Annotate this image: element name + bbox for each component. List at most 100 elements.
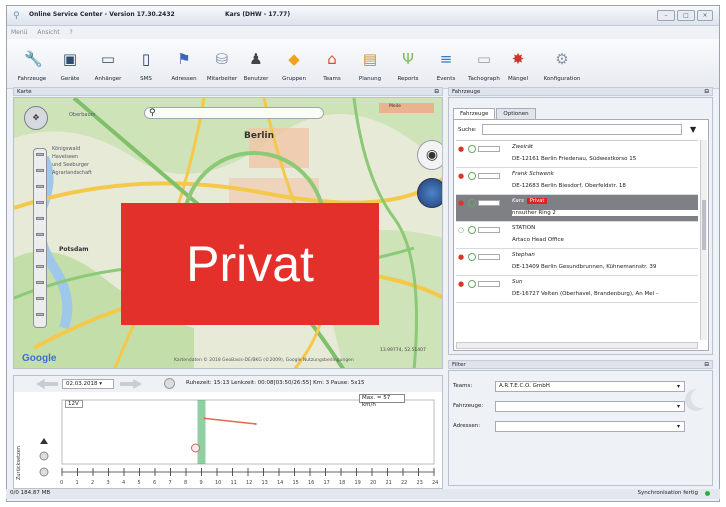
toolbar-anhaenger-button[interactable]: ▭ Anhänger	[89, 39, 127, 89]
date-select[interactable]: 02.03.2018 ▾	[62, 379, 114, 389]
toolbar-label: Konfiguration	[543, 76, 581, 82]
vehicle-address: DE-12683 Berlin Biesdorf, Oberfeldstr. 1…	[512, 183, 626, 189]
zoom-notch	[36, 217, 44, 220]
toolbar-fahrzeuge-button[interactable]: 🔧 Fahrzeuge	[13, 39, 51, 89]
vehicle-name: Frank Schwenk	[512, 171, 554, 177]
google-logo: Google	[22, 353, 57, 364]
toolbar-gruppen-button[interactable]: ◆ Gruppen	[275, 39, 313, 89]
vehicles-panel-title: Fahrzeuge	[452, 89, 481, 95]
pin-icon[interactable]: ⊟	[704, 361, 709, 369]
vehicle-row[interactable]: ● Stephan DE-13409 Berlin Gesundbrunnen,…	[456, 249, 698, 276]
tab-optionen[interactable]: Optionen	[496, 108, 536, 119]
toolbar-sms-button[interactable]: ▯ SMS	[127, 39, 165, 89]
flag-icon: ⚑	[177, 50, 191, 68]
zoom-slider[interactable]	[33, 148, 47, 328]
toolbar-tachograph-button[interactable]: ▭ Tachograph	[465, 39, 500, 89]
pin-icon[interactable]: ⊟	[704, 88, 709, 96]
vehicle-row-selected[interactable]: ● Kars Privat nnsuther Ring 2	[456, 195, 698, 222]
toolbar-geraete-button[interactable]: ▣ Geräte	[51, 39, 89, 89]
scrollbar-thumb[interactable]	[702, 200, 706, 250]
addresses-filter-label: Adressen:	[453, 423, 481, 429]
map-label-place: und Seeburger	[52, 162, 90, 168]
toolbar-maengel-button[interactable]: ✸ Mängel	[499, 39, 537, 89]
vehicle-list-scrollbar[interactable]	[700, 140, 707, 340]
prev-day-arrow-icon[interactable]	[36, 379, 58, 389]
x-tick-label: 20	[370, 480, 376, 486]
vehicle-list-hscrollbar[interactable]	[456, 342, 698, 349]
map-label-berlin: Berlin	[244, 131, 274, 141]
toolbar-label: Gruppen	[282, 76, 306, 82]
map-search-input[interactable]: ⚲	[144, 107, 324, 119]
x-tick-label: 19	[355, 480, 361, 486]
vehicles-filter-label: Fahrzeuge:	[453, 403, 484, 409]
teams-select[interactable]: A.R.T.E.C.O. GmbH ▾	[495, 381, 685, 392]
ignition-icon: ●	[458, 253, 465, 261]
toolbar-label: Geräte	[60, 76, 80, 82]
menu-item-help[interactable]: ?	[65, 27, 76, 38]
vehicle-search-input[interactable]	[482, 124, 682, 135]
filter-panel: Teams: A.R.T.E.C.O. GmbH ▾ Fahrzeuge: ▾ A…	[448, 370, 713, 486]
pin-icon[interactable]: ⊟	[434, 88, 439, 96]
maximize-button[interactable]: □	[677, 10, 695, 21]
tab-fahrzeuge[interactable]: Fahrzeuge	[453, 108, 496, 119]
vehicle-status-icons: ●	[458, 199, 500, 207]
side-label: Zurücksetzen	[16, 446, 22, 480]
menu-item-menue[interactable]: Menü	[7, 27, 31, 38]
house-icon: ⌂	[327, 50, 337, 68]
driving-info: Ruhezeit: 15:13 Lenkzeit: 00:08[03:50/26…	[186, 380, 365, 386]
speed-point	[254, 423, 257, 425]
next-day-arrow-icon[interactable]	[120, 379, 142, 389]
x-tick-label: 23	[417, 480, 423, 486]
traffic-light-icon[interactable]: ◉	[417, 140, 442, 170]
toolbar-konfiguration-button[interactable]: ⚙ Konfiguration	[537, 39, 587, 89]
toolbar-adressen-button[interactable]: ⚑ Adressen	[165, 39, 203, 89]
fuel-bar	[478, 200, 500, 206]
pan-control[interactable]: ✥	[24, 106, 48, 130]
toolbar-events-button[interactable]: ≡ Events	[427, 39, 465, 89]
zoom-notch	[36, 185, 44, 188]
vehicle-row[interactable]: ○ STATION Artaco Head Office	[456, 222, 698, 249]
memory-status: 0/0 184.87 MB	[10, 490, 51, 496]
gps-icon	[468, 226, 476, 234]
vehicles-filter-select[interactable]: ▾	[495, 401, 685, 412]
minimize-button[interactable]: –	[657, 10, 675, 21]
x-tick-label: 12	[246, 480, 252, 486]
toolbar-label: Reports	[397, 76, 419, 82]
menu-bar: Menü Ansicht ?	[7, 27, 719, 39]
toolbar-benutzer-button[interactable]: ♟ Benutzer	[237, 39, 275, 89]
filter-panel-header: Filter ⊟	[448, 360, 713, 369]
chevron-down-icon: ▾	[676, 383, 680, 390]
toolbar-label: Fahrzeuge	[17, 76, 47, 82]
gps-icon	[468, 253, 476, 261]
date-value: 02.03.2018	[66, 381, 98, 387]
vehicle-name: Sun	[512, 279, 523, 285]
map-label-place: Oberbaum	[69, 112, 96, 118]
x-tick-label: 4	[122, 480, 125, 486]
close-button[interactable]: ×	[697, 10, 713, 21]
privat-overlay: Privat	[121, 203, 379, 325]
map-copyright[interactable]: Kartendaten © 2018 GeoBasis-DE/BKG (©200…	[174, 358, 354, 363]
sync-status-icon	[705, 491, 710, 496]
toolbar-mitarbeiter-button[interactable]: ⛁ Mitarbeiter	[203, 39, 237, 89]
toolbar-label: Tachograph	[468, 76, 500, 82]
events-icon: ≡	[439, 50, 453, 68]
chevron-down-icon[interactable]: ▼	[690, 125, 696, 134]
teams-value: A.R.T.E.C.O. GmbH	[499, 383, 550, 389]
toolbar-planung-button[interactable]: ▤ Planung	[351, 39, 389, 89]
vehicle-name-text: Kars	[512, 198, 524, 204]
toolbar-teams-button[interactable]: ⌂ Teams	[313, 39, 351, 89]
info-icon[interactable]	[164, 378, 175, 389]
vehicle-row[interactable]: ● Zweirät DE-12161 Berlin Friedenau, Süd…	[456, 141, 698, 168]
vehicle-row[interactable]: ● Frank Schwenk DE-12683 Berlin Biesdorf…	[456, 168, 698, 195]
vehicle-status-icons: ●	[458, 280, 500, 288]
addresses-filter-select[interactable]: ▾	[495, 421, 685, 432]
menu-item-ansicht[interactable]: Ansicht	[33, 27, 63, 38]
ignition-icon: ●	[458, 280, 465, 288]
x-tick-label: 0	[60, 480, 63, 486]
x-tick-label: 6	[153, 480, 156, 486]
zoom-notch	[36, 281, 44, 284]
toolbar-reports-button[interactable]: Ψ Reports	[389, 39, 427, 89]
globe-icon[interactable]	[417, 178, 442, 208]
title-bar: ⚲ Online Service Center - Version 17.30.…	[7, 6, 719, 26]
vehicle-row[interactable]: ● Sun DE-16727 Velten (Oberhavel, Brande…	[456, 276, 698, 303]
